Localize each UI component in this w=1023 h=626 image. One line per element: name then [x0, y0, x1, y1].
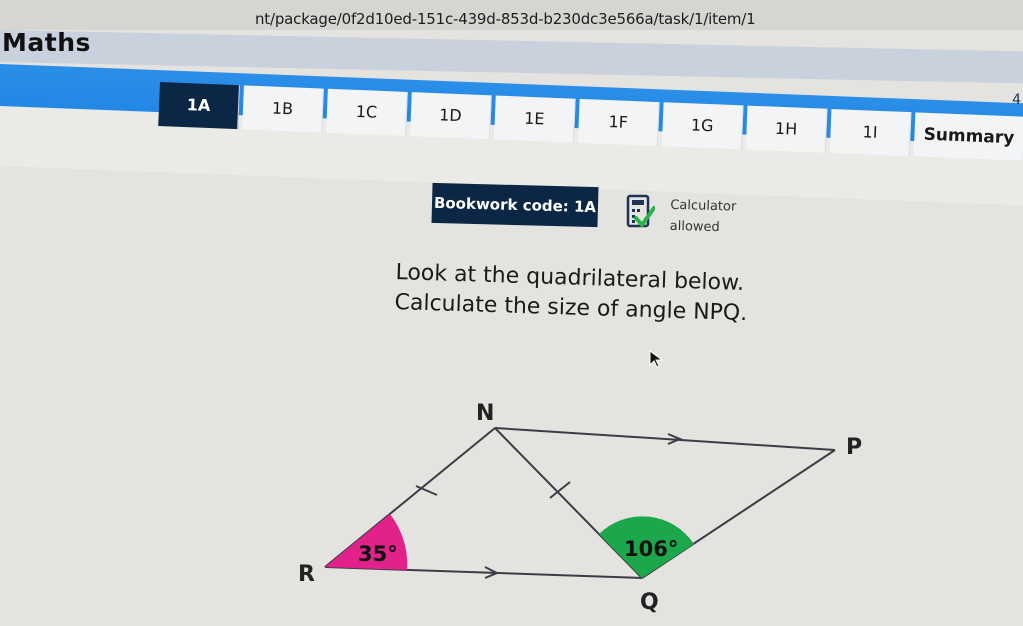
tab-summary[interactable]: Summary — [913, 112, 1023, 161]
calculator-line2: allowed — [669, 218, 720, 236]
calculator-allowed-label: Calculator allowed — [669, 195, 760, 239]
vertex-label-r: R — [298, 562, 315, 587]
edge-nq — [494, 427, 643, 579]
calculator-check-icon — [626, 194, 655, 228]
url-text: nt/package/0f2d10ed-151c-439d-853d-b230d… — [255, 10, 756, 28]
quadrilateral-diagram: N P R Q 35° 106° — [298, 401, 862, 615]
tab-1a[interactable]: 1A — [158, 82, 240, 130]
tab-1c[interactable]: 1C — [326, 88, 408, 136]
tab-1f[interactable]: 1F — [577, 98, 660, 147]
angle-r-label: 35° — [358, 542, 398, 566]
tab-1i[interactable]: 1I — [829, 108, 912, 157]
calculator-line1: Calculator — [670, 197, 737, 215]
vertex-label-n: N — [476, 401, 494, 426]
mouse-pointer-icon — [649, 350, 663, 368]
bookwork-code-badge: Bookwork code: 1A — [431, 182, 599, 228]
tab-1g[interactable]: 1G — [661, 102, 744, 150]
tab-1d[interactable]: 1D — [410, 92, 492, 140]
vertex-label-q: Q — [640, 590, 659, 615]
tab-1h[interactable]: 1H — [745, 105, 828, 153]
edge-rn — [324, 427, 496, 568]
edge-np — [494, 427, 836, 451]
tab-1b[interactable]: 1B — [242, 85, 324, 133]
vertex-label-p: P — [846, 435, 862, 460]
app-title: Maths — [2, 28, 91, 57]
address-bar[interactable]: nt/package/0f2d10ed-151c-439d-853d-b230d… — [0, 0, 1023, 30]
angle-q-label: 106° — [624, 537, 678, 561]
right-marker: 4 — [1012, 92, 1021, 108]
tab-1e[interactable]: 1E — [493, 95, 576, 143]
